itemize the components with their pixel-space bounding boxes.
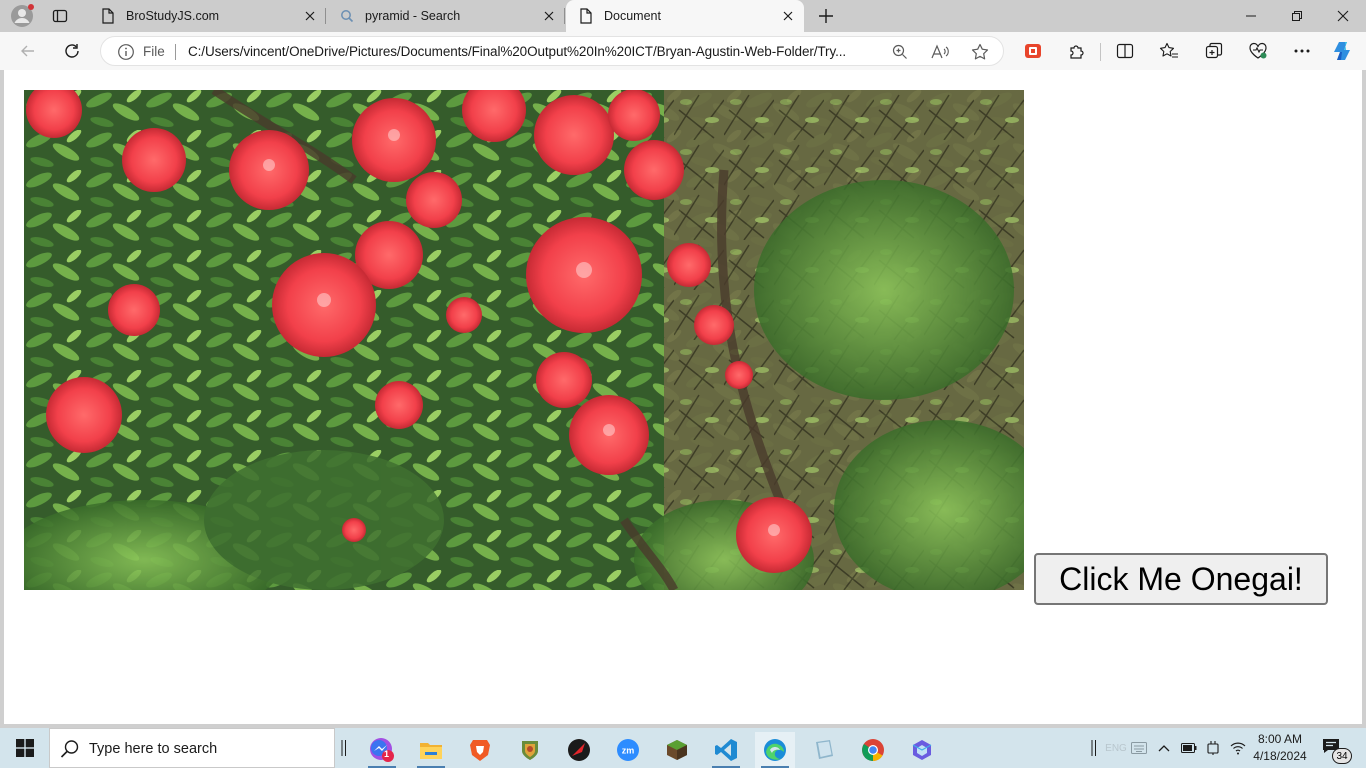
minecraft-app[interactable] [657, 732, 697, 768]
brave-lion-icon [470, 740, 490, 761]
keyboard-icon[interactable] [1130, 738, 1148, 758]
game-app[interactable] [510, 732, 550, 768]
tab-title: BroStudyJS.com [126, 9, 220, 23]
read-aloud-icon[interactable] [931, 43, 949, 61]
clock-time: 8:00 AM [1257, 732, 1303, 746]
messenger-app[interactable]: 1 [362, 732, 402, 768]
plus-icon [819, 9, 833, 23]
refresh-icon [65, 44, 79, 58]
language-indicator[interactable]: ENG [1104, 738, 1128, 758]
settings-more-icon[interactable] [1291, 40, 1313, 62]
restore-button[interactable] [1274, 0, 1320, 32]
tab-close-icon[interactable] [300, 6, 320, 26]
vscode-app[interactable] [706, 732, 746, 768]
extensions-puzzle-icon[interactable] [1066, 40, 1088, 62]
show-hidden-icons-icon[interactable] [1156, 738, 1172, 758]
notification-center-button[interactable]: 34 [1322, 736, 1352, 764]
back-button[interactable] [13, 36, 43, 66]
refresh-button[interactable] [57, 36, 87, 66]
new-tab-button[interactable] [814, 4, 838, 28]
tab-close-icon[interactable] [539, 6, 559, 26]
favorite-star-icon[interactable] [971, 43, 989, 61]
edge-icon [764, 739, 786, 761]
search-icon [60, 740, 79, 758]
close-icon [1337, 10, 1349, 22]
svg-text:zm: zm [622, 746, 635, 756]
notebook-icon [816, 740, 833, 759]
folder-icon [420, 743, 442, 759]
brave-app[interactable] [460, 732, 500, 768]
browser-toolbar: File C:/Users/vincent/OneDrive/Pictures/… [0, 32, 1366, 70]
search-icon [339, 8, 355, 24]
favorites-icon[interactable] [1158, 40, 1180, 62]
search-placeholder: Type here to search [89, 741, 218, 757]
browser-essentials-icon[interactable] [1247, 40, 1269, 62]
copilot-taskbar-app[interactable] [902, 732, 942, 768]
restore-icon [1292, 11, 1302, 21]
tray-grip [1090, 738, 1098, 758]
address-bar[interactable]: File C:/Users/vincent/OneDrive/Pictures/… [100, 36, 1004, 66]
flower-photo [24, 90, 1024, 590]
zoom-app[interactable]: zm [608, 732, 648, 768]
browser-tab-strip: BroStudyJS.com pyramid - Search Document [0, 0, 1366, 32]
tab-pyramid-search[interactable]: pyramid - Search [327, 0, 565, 32]
minecraft-block-icon [667, 740, 687, 760]
file-explorer-app[interactable] [411, 732, 451, 768]
page-icon [100, 8, 116, 24]
device-icon[interactable] [1204, 738, 1222, 758]
notification-count-badge: 34 [1332, 748, 1352, 764]
messenger-badge: 1 [384, 749, 390, 759]
copilot-hex-icon [912, 740, 932, 760]
address-divider [175, 44, 176, 60]
scheme-label: File [143, 44, 165, 59]
page-viewport: Click Me Onegai! [4, 70, 1362, 724]
start-button[interactable] [4, 728, 46, 768]
zoom-icon[interactable] [891, 43, 909, 61]
vscode-icon [715, 739, 737, 761]
back-arrow-icon [21, 45, 34, 57]
messenger-icon [370, 738, 394, 762]
ixora-flower-image [24, 90, 1024, 590]
tab-actions-icon [52, 9, 68, 23]
copilot-icon[interactable] [1332, 40, 1354, 62]
clock-date: 4/18/2024 [1253, 749, 1307, 763]
close-window-button[interactable] [1320, 0, 1366, 32]
windows-logo-icon [16, 739, 34, 757]
chrome-icon [862, 739, 884, 761]
info-icon[interactable] [117, 43, 135, 61]
tab-actions-button[interactable] [48, 5, 72, 27]
click-me-onegai-button[interactable]: Click Me Onegai! [1034, 553, 1328, 605]
minimize-icon [1246, 15, 1256, 17]
url-text[interactable]: C:/Users/vincent/OneDrive/Pictures/Docum… [188, 44, 888, 59]
toolbar-divider [1100, 43, 1101, 61]
red-app[interactable] [559, 732, 599, 768]
profile-avatar-icon[interactable] [10, 4, 34, 28]
tab-brostudyjs[interactable]: BroStudyJS.com [88, 0, 326, 32]
wifi-icon[interactable] [1228, 738, 1248, 758]
profile-notification-dot [28, 4, 34, 10]
zoom-icon: zm [617, 739, 639, 761]
tab-title: Document [604, 9, 661, 23]
tab-close-icon[interactable] [778, 6, 798, 26]
task-view-grip[interactable] [340, 738, 348, 758]
office-extension-icon[interactable] [1022, 40, 1044, 62]
split-screen-icon[interactable] [1114, 40, 1136, 62]
red-swoosh-icon [568, 739, 590, 761]
taskbar-search-box[interactable]: Type here to search [49, 728, 335, 768]
language-label: ENG [1105, 742, 1127, 754]
tab-document[interactable]: Document [566, 0, 804, 32]
taskbar-clock[interactable]: 8:00 AM 4/18/2024 [1248, 731, 1312, 765]
edge-app[interactable] [755, 732, 795, 768]
tab-title: pyramid - Search [365, 9, 461, 23]
minimize-button[interactable] [1228, 0, 1274, 32]
chrome-app[interactable] [853, 732, 893, 768]
collections-icon[interactable] [1203, 40, 1225, 62]
battery-icon[interactable] [1180, 738, 1198, 758]
windows-taskbar: Type here to search 1 zm ENG 8:00 AM 4/1… [0, 728, 1366, 768]
page-icon [578, 8, 594, 24]
badge-game-icon [522, 741, 538, 760]
notebook-app[interactable] [804, 732, 844, 768]
